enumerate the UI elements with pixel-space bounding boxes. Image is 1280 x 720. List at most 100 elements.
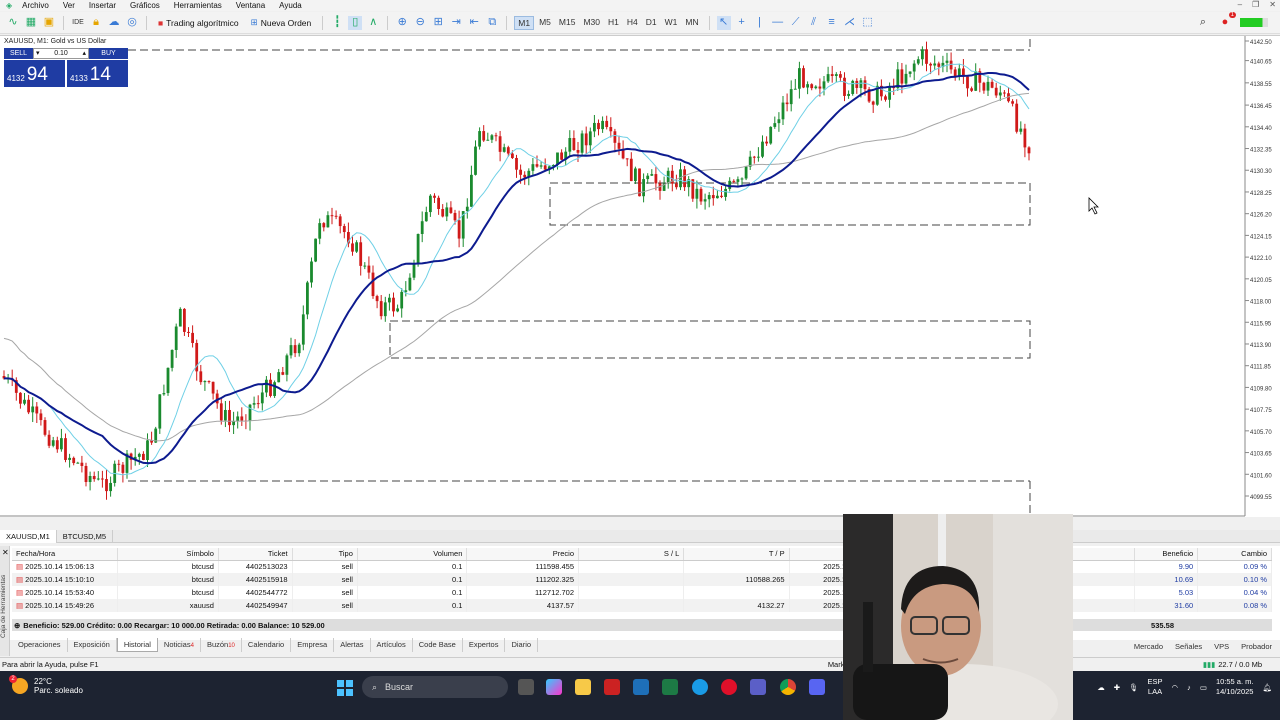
chart-window[interactable]: 4142.50 4140.65 4138.55 4136.45 4134.40 4132.…	[0, 35, 1280, 517]
toolbox-tab[interactable]: Buzón10	[201, 638, 242, 652]
menu-item[interactable]: Herramientas	[168, 1, 230, 10]
new-order-button[interactable]: ⊞ Nueva Orden	[247, 15, 316, 31]
notification-bell-icon[interactable]: 🔔︎	[1262, 683, 1272, 692]
table-row[interactable]: ▤ 2025.10.14 15:49:26 xauusd 4402549947 sel…	[12, 599, 1272, 612]
opera-icon[interactable]	[721, 679, 737, 695]
toolbox-link[interactable]: Señales	[1175, 642, 1202, 651]
column-header[interactable]: Ticket	[218, 548, 293, 561]
table-row[interactable]: ▤ 2025.10.14 15:10:10 btcusd 4402515918 sel…	[12, 573, 1272, 586]
timeframe-m5[interactable]: M5	[536, 16, 554, 30]
chart-tab[interactable]: XAUUSD,M1	[0, 529, 57, 543]
menu-item[interactable]: Gráficos	[124, 1, 168, 10]
timeframe-m30[interactable]: M30	[580, 16, 603, 30]
profile-icon[interactable]: ▣	[42, 16, 56, 30]
templates-icon[interactable]: ▦	[24, 16, 38, 30]
excel-icon[interactable]	[662, 679, 678, 695]
toolbox-tab[interactable]: Alertas	[334, 638, 371, 652]
skype-icon[interactable]	[692, 679, 708, 695]
chart-tab[interactable]: BTCUSD,M5	[57, 529, 114, 543]
clock[interactable]: 10:55 a. m. 14/10/2025	[1216, 677, 1254, 697]
timeframe-m15[interactable]: M15	[556, 16, 579, 30]
shapes-icon[interactable]: ⋌	[843, 16, 857, 30]
minimize-icon[interactable]: –	[1238, 0, 1242, 9]
fibonacci-icon[interactable]: ≡	[825, 16, 839, 30]
cursor-icon[interactable]: ↖	[716, 15, 731, 30]
teams-icon[interactable]	[750, 679, 766, 695]
column-header[interactable]: Cambio	[1197, 548, 1272, 561]
notification-icon[interactable]: ● 1	[1218, 11, 1236, 30]
column-header[interactable]: Volumen	[357, 548, 468, 561]
toolbox-link[interactable]: Mercado	[1134, 642, 1163, 651]
menu-item[interactable]: Archivo	[16, 1, 57, 10]
timeframe-w1[interactable]: W1	[662, 16, 681, 30]
zoom-in-icon[interactable]: ⊕	[395, 16, 409, 30]
screenshot-icon[interactable]: ⧉	[485, 16, 499, 30]
toolbox-tab[interactable]: Operaciones	[12, 638, 68, 652]
channel-icon[interactable]: ⫽	[807, 16, 821, 30]
menu-item[interactable]: Ver	[57, 1, 83, 10]
table-row[interactable]: ▤ 2025.10.14 15:06:13 btcusd 4402513023 sel…	[12, 560, 1272, 573]
toolbox-tab[interactable]: Artículos	[371, 638, 413, 652]
toolbox-tab[interactable]: Diario	[505, 638, 539, 652]
timeframe-m1[interactable]: M1	[514, 15, 535, 30]
task-view-icon[interactable]	[518, 679, 534, 695]
chart-shift-icon[interactable]: ⇤	[467, 16, 481, 30]
chrome-icon[interactable]	[780, 679, 796, 695]
bar-chart-icon[interactable]: ┇	[330, 16, 344, 30]
ide-icon[interactable]: IDE	[71, 16, 85, 30]
column-header[interactable]: Precio	[466, 548, 580, 561]
timeframe-h4[interactable]: H4	[624, 16, 641, 30]
restore-icon[interactable]: ❐	[1252, 0, 1259, 9]
toolbox-tab[interactable]: Empresa	[291, 638, 335, 652]
cloud-icon[interactable]: ☁	[107, 16, 121, 30]
toolbox-link[interactable]: Probador	[1241, 642, 1272, 651]
horizontal-line-icon[interactable]: —	[771, 16, 785, 30]
network-extension-icon[interactable]: ✚	[1114, 683, 1120, 692]
table-row[interactable]: ▤ 2025.10.14 15:53:40 btcusd 4402544772 sel…	[12, 586, 1272, 599]
line-chart-icon[interactable]: ∧	[366, 16, 380, 30]
sell-button[interactable]: 4132 94	[4, 60, 65, 87]
app-icon[interactable]	[633, 679, 649, 695]
candle-chart-icon[interactable]: ▯	[348, 15, 363, 30]
column-header[interactable]: Beneficio	[1134, 548, 1199, 561]
battery-icon[interactable]: ▭	[1200, 683, 1207, 692]
menu-item[interactable]: Ayuda	[273, 1, 310, 10]
toolbox-tab[interactable]: Historial	[116, 638, 158, 652]
toolbox-tab[interactable]: Expertos	[463, 638, 506, 652]
crosshair-icon[interactable]: +	[735, 16, 749, 30]
timeframe-mn[interactable]: MN	[682, 16, 701, 30]
zoom-out-icon[interactable]: ⊖	[413, 16, 427, 30]
algo-trading-button[interactable]: ■ Trading algorítmico	[154, 15, 243, 31]
toolbox-link[interactable]: VPS	[1214, 642, 1229, 651]
wifi-icon[interactable]: ◠	[1172, 683, 1179, 692]
vertical-line-icon[interactable]: |	[753, 16, 767, 30]
volume-icon[interactable]: ♪	[1187, 683, 1191, 692]
discord-icon[interactable]	[809, 679, 825, 695]
column-header[interactable]: Símbolo	[117, 548, 219, 561]
timeframe-d1[interactable]: D1	[643, 16, 660, 30]
grid-icon[interactable]: ⊞	[431, 16, 445, 30]
microphone-icon[interactable]: 🎙︎	[1129, 683, 1139, 692]
sell-label[interactable]: SELL	[4, 48, 33, 59]
toolbox-tab[interactable]: Exposición	[68, 638, 117, 652]
buy-label[interactable]: BUY	[89, 48, 128, 59]
search-icon[interactable]: ⌕	[1196, 16, 1210, 30]
rectangle-icon[interactable]: ⬚	[861, 16, 875, 30]
buy-button[interactable]: 4133 14	[67, 60, 128, 87]
cloud-icon[interactable]: ☁	[1097, 683, 1105, 692]
toolbox-tab[interactable]: Calendario	[242, 638, 292, 652]
column-header[interactable]: Tipo	[292, 548, 358, 561]
column-header[interactable]: S / L	[578, 548, 685, 561]
close-icon[interactable]: ✕	[1269, 0, 1276, 9]
lot-increase-icon[interactable]: ▴	[82, 49, 86, 58]
column-header[interactable]: T / P	[683, 548, 790, 561]
copilot-icon[interactable]	[546, 679, 562, 695]
toolbox-tab[interactable]: Code Base	[413, 638, 463, 652]
file-explorer-icon[interactable]	[575, 679, 591, 695]
language-indicator[interactable]: ESP LAA	[1148, 677, 1163, 697]
timeframe-h1[interactable]: H1	[605, 16, 622, 30]
toolbox-tab[interactable]: Noticias4	[158, 638, 201, 652]
weather-widget[interactable]: 2 22°C Parc. soleado	[9, 675, 83, 695]
lot-decrease-icon[interactable]: ▾	[36, 49, 40, 58]
signals-icon[interactable]: ◎	[125, 16, 139, 30]
